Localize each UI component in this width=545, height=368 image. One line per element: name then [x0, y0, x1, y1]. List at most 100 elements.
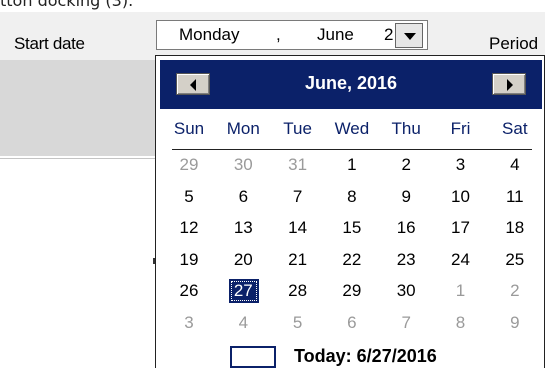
picker-month[interactable]: June — [317, 25, 354, 45]
day-number: 5 — [184, 186, 194, 206]
calendar-day[interactable]: 4 — [485, 152, 545, 178]
calendar-day[interactable]: 4 — [213, 310, 273, 336]
today-row[interactable]: Today: 6/27/2016 — [156, 343, 545, 368]
calendar-day[interactable]: 6 — [213, 184, 273, 210]
day-number: 7 — [292, 186, 303, 206]
calendar-day[interactable]: 20 — [213, 247, 273, 273]
next-month-button[interactable] — [492, 73, 526, 95]
weekday-label: Mon — [226, 119, 260, 138]
selected-day[interactable]: 27 — [213, 278, 273, 304]
calendar-day[interactable]: 25 — [485, 247, 545, 273]
day-number: 25 — [505, 249, 525, 269]
calendar-day[interactable]: 16 — [376, 215, 436, 241]
day-number: 16 — [396, 218, 416, 237]
calendar-day[interactable]: 15 — [322, 215, 382, 241]
day-number: 7 — [401, 312, 411, 332]
calendar-dropdown: June, 2016 Sun Mon Tue Wed Thu Fri Sat 29 30 31 1… — [155, 55, 545, 368]
calendar-day[interactable]: 2 — [376, 152, 436, 178]
day-number: 9 — [510, 312, 520, 332]
calendar-day[interactable]: 24 — [431, 247, 491, 273]
today-link[interactable]: Today: 6/27/2016 — [294, 346, 437, 367]
calendar-day[interactable]: 17 — [431, 215, 491, 241]
calendar-day[interactable]: 5 — [268, 310, 328, 336]
dropdown-button[interactable] — [395, 23, 423, 48]
calendar-day[interactable]: 1 — [322, 152, 382, 178]
day-number: 8 — [455, 312, 466, 332]
day-number: 1 — [455, 281, 466, 300]
calendar-day[interactable]: 18 — [485, 215, 545, 241]
calendar-day[interactable]: 29 — [322, 278, 382, 304]
day-number: 17 — [451, 218, 470, 237]
chevron-down-icon — [404, 33, 416, 40]
day-number: 15 — [342, 218, 362, 237]
calendar-header: June, 2016 — [160, 60, 542, 109]
calendar-day[interactable]: 10 — [431, 184, 491, 210]
calendar-day[interactable]: 5 — [159, 184, 219, 210]
day-number: 6 — [347, 312, 357, 332]
calendar-day[interactable]: 8 — [431, 310, 491, 336]
calendar-day[interactable]: 3 — [431, 152, 491, 178]
calendar-day[interactable]: 26 — [159, 278, 219, 304]
calendar-day[interactable]: 28 — [268, 278, 328, 304]
calendar-day[interactable]: 12 — [159, 215, 219, 241]
calendar-day[interactable]: 1 — [431, 278, 491, 304]
calendar-day[interactable]: 6 — [322, 310, 382, 336]
day-number: 30 — [396, 281, 416, 300]
day-number: 12 — [179, 218, 199, 237]
day-number: 20 — [233, 249, 253, 269]
day-number: 28 — [288, 281, 308, 300]
calendar-day[interactable]: 8 — [322, 184, 382, 210]
calendar-day[interactable]: 29 — [159, 152, 219, 178]
day-number: 29 — [342, 281, 362, 300]
day-number: 11 — [505, 186, 524, 206]
day-number: 26 — [179, 281, 199, 300]
day-grid: 29 30 31 1 2 3 4 5 6 7 8 9 10 11 12 13 14 15 16 17 18 19 20 21 2… — [162, 152, 542, 342]
today-marker-icon — [230, 346, 276, 368]
page-caption: tton docking (3). — [0, 0, 134, 10]
day-number: 2 — [401, 155, 411, 174]
weekday-label: Sun — [173, 119, 205, 138]
weekday-header: Sun Mon Tue Wed Thu Fri Sat — [162, 119, 542, 145]
calendar-title[interactable]: June, 2016 — [160, 73, 542, 94]
calendar-day[interactable]: 23 — [376, 247, 436, 273]
calendar-day[interactable]: 13 — [213, 215, 273, 241]
day-number: 14 — [288, 218, 308, 237]
day-number: 13 — [233, 218, 253, 237]
period-label: Period — [489, 34, 539, 53]
calendar-day[interactable]: 21 — [268, 247, 328, 273]
calendar-day[interactable]: 31 — [268, 152, 328, 178]
day-number: 24 — [451, 249, 470, 269]
picker-day-of-week[interactable]: Monday — [179, 25, 239, 45]
calendar-day[interactable]: 2 — [485, 278, 545, 304]
day-number: 8 — [347, 186, 357, 206]
day-number: 3 — [184, 312, 194, 332]
day-number: 4 — [510, 155, 520, 174]
calendar-day[interactable]: 22 — [322, 247, 382, 273]
day-number: 27 — [233, 281, 253, 300]
calendar-day[interactable]: 30 — [213, 152, 273, 178]
day-number: 1 — [347, 155, 357, 174]
weekday-divider — [172, 149, 532, 150]
day-number: 30 — [233, 155, 253, 174]
calendar-day[interactable]: 3 — [159, 310, 219, 336]
day-number: 23 — [396, 249, 416, 269]
day-number: 6 — [238, 186, 249, 206]
day-number: 19 — [179, 249, 199, 269]
calendar-day[interactable]: 7 — [376, 310, 436, 336]
calendar-day[interactable]: 9 — [376, 184, 436, 210]
calendar-day[interactable]: 30 — [376, 278, 436, 304]
day-number: 31 — [288, 155, 308, 174]
calendar-day[interactable]: 11 — [485, 184, 545, 210]
picker-day[interactable]: 2 — [384, 25, 394, 45]
weekday-label: Fri — [450, 119, 471, 138]
start-date-picker[interactable]: Monday , June 2 — [156, 20, 428, 50]
day-number: 3 — [455, 155, 466, 174]
calendar-day[interactable]: 9 — [485, 310, 545, 336]
day-number: 10 — [451, 186, 470, 206]
day-number: 21 — [288, 249, 308, 269]
calendar-day[interactable]: 14 — [268, 215, 328, 241]
day-number: 18 — [505, 218, 525, 237]
arrow-right-icon — [507, 79, 513, 91]
calendar-day[interactable]: 19 — [159, 247, 219, 273]
calendar-day[interactable]: 7 — [268, 184, 328, 210]
